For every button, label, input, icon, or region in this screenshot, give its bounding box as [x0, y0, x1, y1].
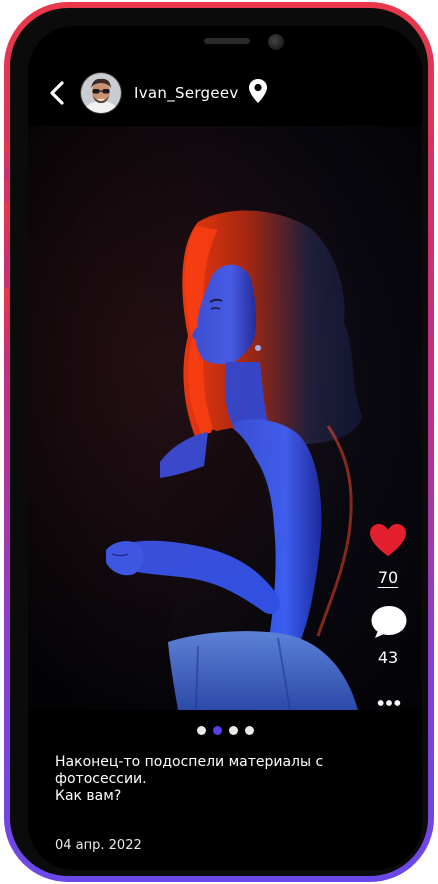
comments-count[interactable]: 43 — [368, 648, 408, 667]
post-photo[interactable]: 70 43 — [28, 126, 422, 710]
post-caption: Наконец-то подоспели материалы с фотосес… — [55, 754, 324, 804]
phone-bezel: Ivan_Sergeev 70 43 Наконец-то подоспели … — [10, 8, 428, 876]
post-header: Ivan_Sergeev — [28, 58, 422, 126]
volume-up-button — [4, 202, 9, 272]
power-button — [429, 230, 434, 338]
carousel-dot[interactable] — [196, 726, 206, 735]
likes-count[interactable]: 70 — [368, 568, 408, 587]
phone-frame: Ivan_Sergeev 70 43 Наконец-то подоспели … — [4, 2, 434, 882]
back-chevron-icon[interactable] — [46, 80, 68, 106]
post-date: 04 апр. 2022 — [55, 838, 142, 853]
mute-switch — [4, 142, 9, 178]
avatar[interactable] — [80, 72, 122, 114]
heart-icon[interactable] — [368, 522, 408, 558]
carousel-indicator — [28, 726, 422, 735]
carousel-dot-active[interactable] — [212, 726, 222, 735]
username[interactable]: Ivan_Sergeev — [134, 84, 239, 102]
comment-bubble-icon[interactable] — [370, 604, 408, 640]
carousel-dot[interactable] — [228, 726, 238, 735]
volume-down-button — [4, 288, 9, 358]
carousel-dot[interactable] — [244, 726, 254, 735]
more-dots-icon[interactable] — [374, 698, 404, 708]
screen: Ivan_Sergeev 70 43 Наконец-то подоспели … — [28, 26, 422, 870]
speaker-grille — [204, 38, 250, 44]
location-pin-icon[interactable] — [248, 78, 268, 104]
front-camera — [268, 34, 284, 50]
notch — [124, 26, 328, 60]
